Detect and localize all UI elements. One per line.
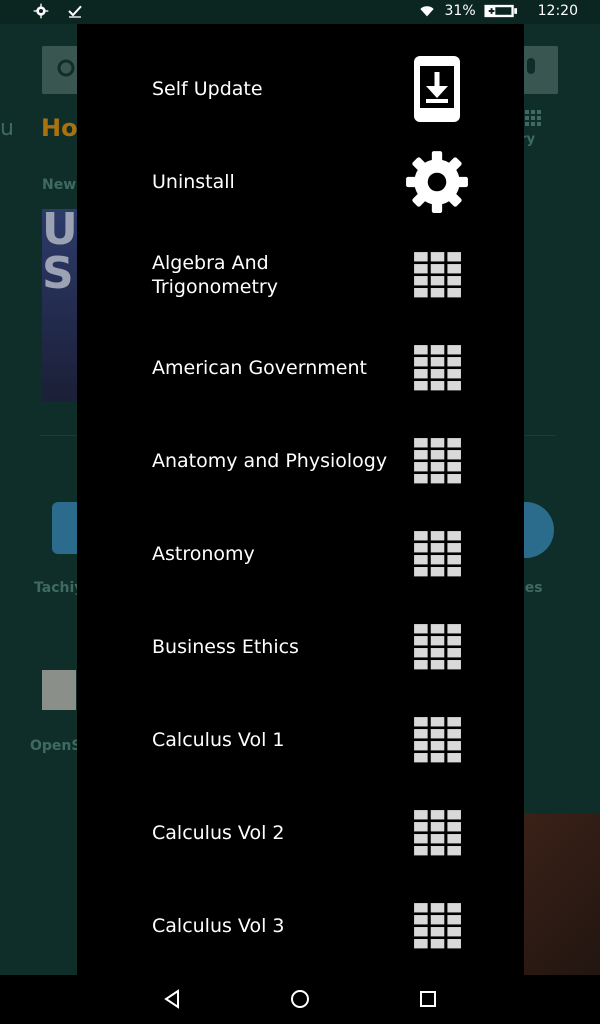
wifi-icon xyxy=(419,6,434,17)
battery-percent: 31% xyxy=(444,3,476,19)
grid-icon xyxy=(414,623,461,669)
drawer-item-anatomy-and-physiology[interactable]: Anatomy and Physiology xyxy=(77,414,524,507)
recents-icon[interactable] xyxy=(416,987,440,1011)
drawer-item-label: American Government xyxy=(152,356,367,379)
status-bar: 31% 12:20 xyxy=(0,0,600,24)
drawer-item-label: Calculus Vol 2 xyxy=(152,821,285,844)
drawer-item-self-update[interactable]: Self Update xyxy=(77,42,524,135)
status-bar-left-icons xyxy=(33,3,83,19)
grid-icon xyxy=(414,716,461,762)
drawer-item-label: Calculus Vol 3 xyxy=(152,914,285,937)
clock: 12:20 xyxy=(537,3,578,19)
system-navigation-bar xyxy=(0,975,600,1024)
background-app-icon xyxy=(520,502,554,558)
library-icon xyxy=(525,110,541,126)
back-icon[interactable] xyxy=(160,987,184,1011)
drawer-item-label: Self Update xyxy=(152,77,263,100)
battery-charging-icon xyxy=(484,4,517,18)
grid-icon xyxy=(414,437,461,483)
grid-icon xyxy=(414,530,461,576)
drawer-item-business-ethics[interactable]: Business Ethics xyxy=(77,600,524,693)
drawer-item-label: Uninstall xyxy=(152,170,235,193)
background-app-icon xyxy=(42,670,76,710)
drawer-item-calculus-vol-2[interactable]: Calculus Vol 2 xyxy=(77,786,524,879)
drawer-item-algebra-and-trigonometry[interactable]: Algebra And Trigonometry xyxy=(77,228,524,321)
gear-icon xyxy=(406,150,468,213)
drawer-item-uninstall[interactable]: Uninstall xyxy=(77,135,524,228)
background-app-label: Tachiy xyxy=(34,580,84,596)
grid-icon xyxy=(414,344,461,390)
background-section-new: New xyxy=(42,177,77,193)
drawer-item-label: Astronomy xyxy=(152,542,255,565)
download-icon xyxy=(414,55,460,122)
check-icon xyxy=(68,5,82,18)
settings-icon xyxy=(33,3,49,19)
status-bar-right: 31% 12:20 xyxy=(417,3,578,19)
navigation-drawer: Self Update Uninstall Algebra And Trigon… xyxy=(77,24,524,975)
home-icon[interactable] xyxy=(288,987,312,1011)
drawer-item-label: Calculus Vol 1 xyxy=(152,728,285,751)
background-tab-fragment: u xyxy=(0,116,14,141)
drawer-item-calculus-vol-1[interactable]: Calculus Vol 1 xyxy=(77,693,524,786)
drawer-item-label: Business Ethics xyxy=(152,635,299,658)
drawer-item-astronomy[interactable]: Astronomy xyxy=(77,507,524,600)
microphone-icon xyxy=(527,58,535,74)
drawer-item-calculus-vol-3[interactable]: Calculus Vol 3 xyxy=(77,879,524,972)
grid-icon xyxy=(414,251,461,297)
drawer-item-label: Algebra And Trigonometry xyxy=(152,251,278,298)
grid-icon xyxy=(414,809,461,855)
background-home-tab: Ho xyxy=(41,114,78,142)
drawer-item-american-government[interactable]: American Government xyxy=(77,321,524,414)
drawer-item-label: Anatomy and Physiology xyxy=(152,449,388,472)
grid-icon xyxy=(414,902,461,948)
background-app-label: OpenS xyxy=(30,738,82,754)
background-artwork xyxy=(524,814,600,999)
